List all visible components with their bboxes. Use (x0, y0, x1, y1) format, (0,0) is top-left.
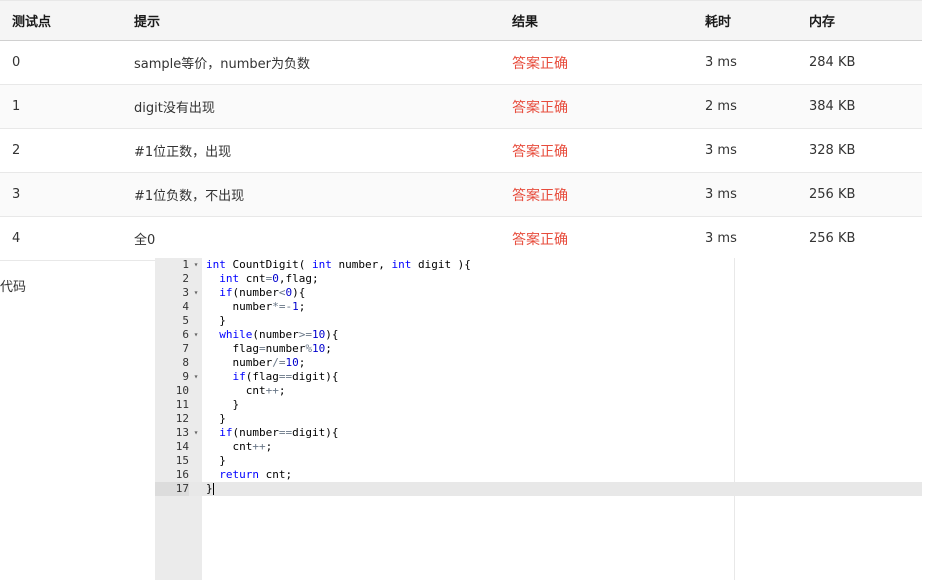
code-line[interactable]: 15 } (155, 454, 922, 468)
code-line[interactable]: 9 ▾ if(flag==digit){ (155, 370, 922, 384)
line-number: 14 (175, 440, 189, 453)
code-line[interactable]: 3 ▾ if(number<0){ (155, 286, 922, 300)
code-text: } (206, 314, 226, 327)
code-lines[interactable]: 1 ▾ int CountDigit( int number, int digit … (155, 258, 922, 496)
fold-toggle-icon[interactable]: ▾ (192, 328, 200, 342)
cell-result: 答案正确 (500, 84, 693, 129)
code-line[interactable]: 2 int cnt=0,flag; (155, 272, 922, 286)
line-number: 16 (175, 468, 189, 481)
line-number: 17 (155, 482, 189, 496)
code-text: if(flag==digit){ (232, 370, 339, 383)
code-text: } (206, 398, 240, 411)
results-table: 测试点 提示 结果 耗时 内存 0 sample等价，number为负数 答案正… (0, 0, 922, 261)
code-line[interactable]: 5 } (155, 314, 922, 328)
fold-toggle-icon[interactable]: ▾ (192, 258, 200, 272)
code-line[interactable]: 17} (155, 482, 922, 496)
line-number: 13 (175, 426, 189, 439)
code-line[interactable]: 14 cnt++; (155, 440, 922, 454)
cell-time: 3 ms (693, 40, 797, 85)
line-number: 15 (175, 454, 189, 467)
cell-memory: 256 KB (797, 216, 922, 261)
cell-time: 2 ms (693, 84, 797, 129)
code-text: flag=number%10; (206, 342, 332, 355)
code-line[interactable]: 10 cnt++; (155, 384, 922, 398)
header-case: 测试点 (0, 0, 122, 41)
table-row: 0 sample等价，number为负数 答案正确 3 ms 284 KB (0, 40, 922, 85)
cell-case: 2 (0, 128, 122, 173)
line-number: 10 (175, 384, 189, 397)
cell-result: 答案正确 (500, 172, 693, 217)
code-text: number*=-1; (206, 300, 306, 313)
code-editor[interactable]: 1 ▾ int CountDigit( int number, int digit … (155, 258, 922, 580)
cell-hint: 全0 (122, 216, 500, 261)
cell-hint: sample等价，number为负数 (122, 40, 500, 85)
code-text: } (206, 412, 226, 425)
header-memory: 内存 (797, 0, 922, 41)
fold-toggle-icon[interactable]: ▾ (192, 370, 200, 384)
code-label: 代码 (0, 280, 27, 295)
line-number: 5 (182, 314, 189, 327)
code-line[interactable]: 11 } (155, 398, 922, 412)
cell-result: 答案正确 (500, 216, 693, 261)
cell-case: 1 (0, 84, 122, 129)
cell-time: 3 ms (693, 128, 797, 173)
code-text: if(number<0){ (219, 286, 306, 299)
code-line[interactable]: 4 number*=-1; (155, 300, 922, 314)
cell-memory: 256 KB (797, 172, 922, 217)
code-text: int CountDigit( int number, int digit ){ (206, 258, 471, 271)
line-number: 1 (182, 258, 189, 271)
cell-result: 答案正确 (500, 40, 693, 85)
cell-memory: 384 KB (797, 84, 922, 129)
line-number: 12 (175, 412, 189, 425)
table-header-row: 测试点 提示 结果 耗时 内存 (0, 0, 922, 41)
line-number: 3 (182, 286, 189, 299)
code-line[interactable]: 12 } (155, 412, 922, 426)
code-text: while(number>=10){ (219, 328, 339, 341)
code-line[interactable]: 13 ▾ if(number==digit){ (155, 426, 922, 440)
line-number: 6 (182, 328, 189, 341)
header-result: 结果 (500, 0, 693, 41)
table-row: 1 digit没有出现 答案正确 2 ms 384 KB (0, 84, 922, 129)
cell-memory: 328 KB (797, 128, 922, 173)
cell-hint: #1位正数，出现 (122, 128, 500, 173)
code-line[interactable]: 7 flag=number%10; (155, 342, 922, 356)
cell-time: 3 ms (693, 172, 797, 217)
code-text: return cnt; (219, 468, 293, 481)
code-text: cnt++; (206, 440, 273, 453)
cell-case: 3 (0, 172, 122, 217)
fold-toggle-icon[interactable]: ▾ (192, 286, 200, 300)
code-line[interactable]: 16 return cnt; (155, 468, 922, 482)
code-text: number/=10; (206, 356, 306, 369)
fold-toggle-icon[interactable]: ▾ (192, 426, 200, 440)
line-number: 2 (182, 272, 189, 285)
code-text: if(number==digit){ (219, 426, 339, 439)
code-text: int cnt=0,flag; (219, 272, 319, 285)
line-number: 8 (182, 356, 189, 369)
cell-case: 4 (0, 216, 122, 261)
line-number: 9 (182, 370, 189, 383)
cell-hint: #1位负数，不出现 (122, 172, 500, 217)
code-line[interactable]: 1 ▾ int CountDigit( int number, int digit … (155, 258, 922, 272)
table-row: 3 #1位负数，不出现 答案正确 3 ms 256 KB (0, 172, 922, 217)
line-number: 11 (175, 398, 189, 411)
line-number: 7 (182, 342, 189, 355)
cell-memory: 284 KB (797, 40, 922, 85)
code-text: } (206, 454, 226, 467)
cell-time: 3 ms (693, 216, 797, 261)
text-cursor (212, 483, 214, 495)
header-time: 耗时 (693, 0, 797, 41)
cell-hint: digit没有出现 (122, 84, 500, 129)
header-hint: 提示 (122, 0, 500, 41)
table-row: 2 #1位正数，出现 答案正确 3 ms 328 KB (0, 128, 922, 173)
code-text: cnt++; (206, 384, 286, 397)
code-text: } (206, 482, 214, 495)
table-row: 4 全0 答案正确 3 ms 256 KB (0, 216, 922, 261)
line-number: 4 (182, 300, 189, 313)
code-line[interactable]: 6 ▾ while(number>=10){ (155, 328, 922, 342)
code-line[interactable]: 8 number/=10; (155, 356, 922, 370)
cell-case: 0 (0, 40, 122, 85)
cell-result: 答案正确 (500, 128, 693, 173)
